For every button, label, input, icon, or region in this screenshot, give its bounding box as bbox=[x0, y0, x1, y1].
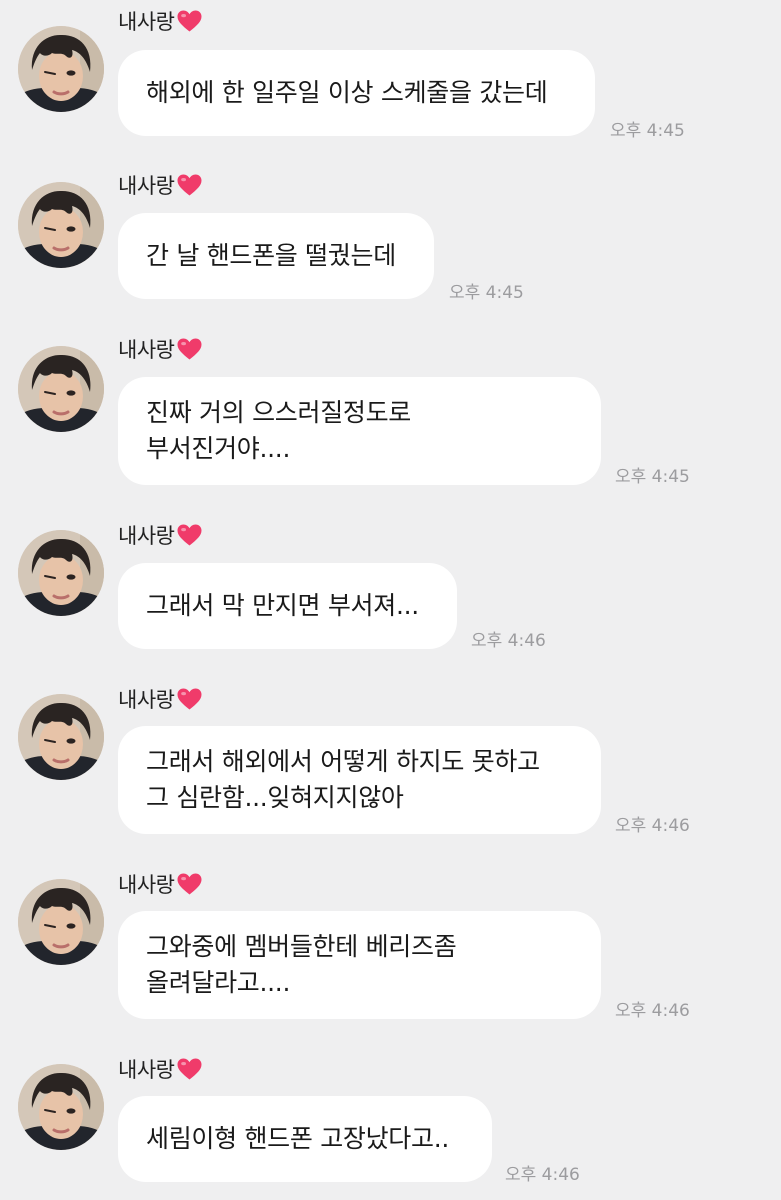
heart-icon bbox=[176, 173, 203, 197]
message-time: 오후 4:45 bbox=[449, 283, 524, 303]
message-bubble[interactable]: 그래서 막 만지면 부서져... bbox=[118, 563, 457, 649]
avatar[interactable] bbox=[18, 694, 104, 780]
heart-icon bbox=[176, 687, 203, 711]
sender-name: 내사랑 bbox=[118, 170, 203, 200]
heart-icon bbox=[176, 872, 203, 896]
message-text-line: 간 날 핸드폰을 떨궜는데 bbox=[146, 241, 396, 270]
message-text-line: 그래서 막 만지면 부서져... bbox=[146, 591, 419, 620]
message-time: 오후 4:45 bbox=[610, 121, 685, 141]
sender-name-text: 내사랑 bbox=[118, 10, 175, 34]
message-text-line: 부서진거야.... bbox=[146, 434, 291, 463]
message-bubble[interactable]: 진짜 거의 으스러질정도로 부서진거야.... bbox=[118, 377, 601, 485]
sender-name: 내사랑 bbox=[118, 520, 203, 550]
avatar[interactable] bbox=[18, 346, 104, 432]
sender-name-text: 내사랑 bbox=[118, 873, 175, 897]
message-text-line: 해외에 한 일주일 이상 스케줄을 갔는데 bbox=[146, 78, 548, 107]
message-bubble[interactable]: 그래서 해외에서 어떻게 하지도 못하고 그 심란함...잊혀지지않아 bbox=[118, 726, 601, 834]
message-time: 오후 4:46 bbox=[615, 1001, 690, 1021]
message-text-line: 올려달라고.... bbox=[146, 968, 291, 997]
sender-name: 내사랑 bbox=[118, 684, 203, 714]
sender-name: 내사랑 bbox=[118, 869, 203, 899]
message-bubble[interactable]: 간 날 핸드폰을 떨궜는데 bbox=[118, 213, 434, 299]
message-bubble[interactable]: 세림이형 핸드폰 고장났다고.. bbox=[118, 1096, 492, 1182]
avatar[interactable] bbox=[18, 879, 104, 965]
heart-icon bbox=[176, 1057, 203, 1081]
message-time: 오후 4:45 bbox=[615, 467, 690, 487]
avatar[interactable] bbox=[18, 26, 104, 112]
message-text-line: 진짜 거의 으스러질정도로 bbox=[146, 398, 411, 427]
sender-name-text: 내사랑 bbox=[118, 524, 175, 548]
sender-name: 내사랑 bbox=[118, 6, 203, 36]
avatar[interactable] bbox=[18, 1064, 104, 1150]
message-text-line: 그래서 해외에서 어떻게 하지도 못하고 bbox=[146, 747, 540, 776]
heart-icon bbox=[176, 523, 203, 547]
message-time: 오후 4:46 bbox=[471, 631, 546, 651]
sender-name: 내사랑 bbox=[118, 334, 203, 364]
sender-name-text: 내사랑 bbox=[118, 1058, 175, 1082]
sender-name-text: 내사랑 bbox=[118, 338, 175, 362]
sender-name-text: 내사랑 bbox=[118, 174, 175, 198]
avatar[interactable] bbox=[18, 182, 104, 268]
avatar[interactable] bbox=[18, 530, 104, 616]
message-text-line: 그 심란함...잊혀지지않아 bbox=[146, 783, 404, 812]
message-time: 오후 4:46 bbox=[505, 1165, 580, 1185]
message-text-line: 세림이형 핸드폰 고장났다고.. bbox=[146, 1124, 449, 1153]
sender-name-text: 내사랑 bbox=[118, 688, 175, 712]
heart-icon bbox=[176, 9, 203, 33]
heart-icon bbox=[176, 337, 203, 361]
message-time: 오후 4:46 bbox=[615, 816, 690, 836]
message-bubble[interactable]: 그와중에 멤버들한테 베리즈좀 올려달라고.... bbox=[118, 911, 601, 1019]
message-bubble[interactable]: 해외에 한 일주일 이상 스케줄을 갔는데 bbox=[118, 50, 595, 136]
message-text-line: 그와중에 멤버들한테 베리즈좀 bbox=[146, 932, 457, 961]
sender-name: 내사랑 bbox=[118, 1054, 203, 1084]
